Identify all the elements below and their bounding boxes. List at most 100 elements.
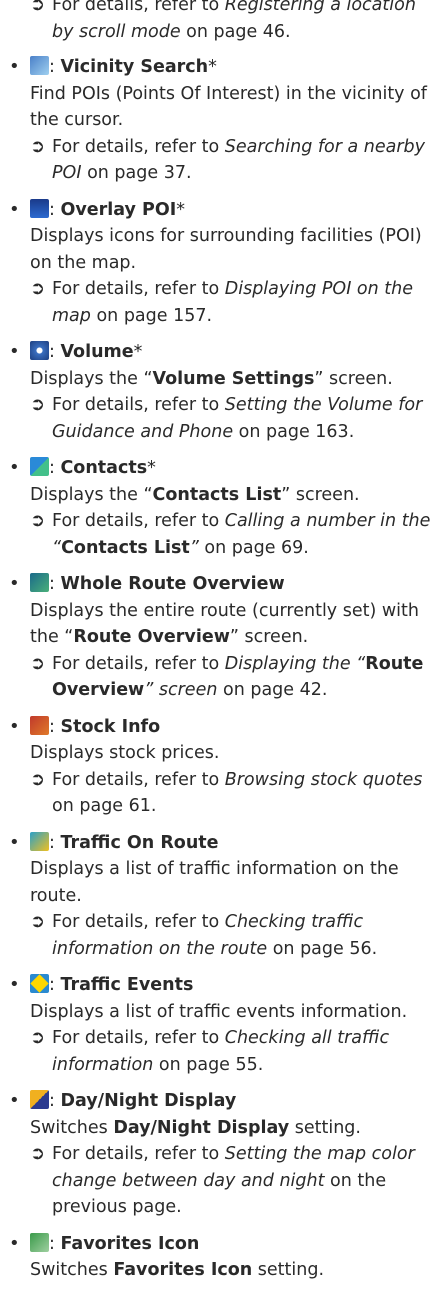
- bullet: •: [9, 56, 20, 77]
- list-item: • : Whole Route Overview Displays the en…: [0, 571, 435, 704]
- ref-suffix: on page 55.: [153, 1054, 264, 1075]
- item-title: Traffic Events: [60, 975, 194, 995]
- ref-prefix: For details, refer to: [52, 0, 225, 15]
- list-item: • : Favorites Icon Switches Favorites Ic…: [0, 1231, 435, 1284]
- ref-link[interactable]: Browsing stock quotes: [225, 770, 423, 790]
- item-title: Favorites Icon: [60, 1233, 200, 1254]
- cross-reference: ➲ For details, refer to Displaying POI o…: [30, 276, 435, 329]
- arrow-icon: ➲: [30, 768, 46, 790]
- asterisk: *: [208, 57, 217, 77]
- item-title: Contacts: [60, 458, 148, 478]
- contacts-icon[interactable]: [30, 457, 49, 476]
- item-title: Stock Info: [60, 716, 161, 737]
- ref-prefix: For details, refer to: [52, 136, 225, 157]
- arrow-icon: ➲: [30, 1027, 46, 1048]
- separator: :: [49, 199, 61, 220]
- asterisk: *: [176, 199, 185, 220]
- bullet: •: [9, 1232, 20, 1254]
- list-item: • : Volume* Displays the “Volume Setting…: [0, 339, 435, 445]
- cross-reference: ➲ For details, refer to Displaying the “…: [30, 651, 435, 704]
- item-description: Displays icons for surrounding facilitie…: [30, 226, 422, 273]
- item-title: Volume: [60, 342, 134, 362]
- separator: :: [49, 1091, 61, 1111]
- ref-suffix: on page 56.: [267, 938, 378, 959]
- item-title: Vicinity Search: [60, 57, 209, 77]
- bullet: •: [9, 198, 20, 220]
- ref-suffix: on page 46.: [180, 21, 291, 42]
- separator: :: [49, 57, 61, 77]
- item-title: Overlay POI: [60, 199, 177, 220]
- ref-prefix: For details, refer to: [52, 769, 225, 790]
- whole-route-overview-icon[interactable]: [30, 573, 49, 592]
- separator: :: [49, 832, 61, 853]
- ref-suffix: on page 61.: [52, 796, 157, 816]
- list-item: • : Traffic On Route Displays a list of …: [0, 830, 435, 963]
- bullet: •: [9, 1090, 20, 1111]
- day-night-display-icon[interactable]: [30, 1090, 49, 1109]
- item-description: Switches Favorites Icon setting.: [30, 1260, 325, 1280]
- traffic-events-icon[interactable]: [30, 974, 49, 993]
- bullet: •: [9, 457, 20, 478]
- vicinity-search-icon[interactable]: [30, 56, 49, 75]
- separator: :: [49, 574, 61, 594]
- list-item: • : Stock Info Displays stock prices. ➲ …: [0, 714, 435, 820]
- list-item: • : Vicinity Search* Find POIs (Points O…: [0, 54, 435, 187]
- bullet: •: [9, 974, 20, 995]
- item-description: Displays the entire route (currently set…: [30, 600, 419, 648]
- ref-suffix: on page 163.: [233, 421, 355, 442]
- cross-reference: ➲ For details, refer to Registering a lo…: [0, 0, 435, 45]
- item-title: Day/Night Display: [60, 1091, 237, 1111]
- arrow-icon: ➲: [30, 510, 46, 531]
- cross-reference: ➲ For details, refer to Searching for a …: [30, 134, 435, 187]
- item-description: Displays a list of traffic information o…: [30, 859, 399, 906]
- list-item: • : Traffic Events Displays a list of tr…: [0, 972, 435, 1078]
- item-description: Displays the “Volume Settings” screen.: [30, 368, 393, 389]
- item-description: Find POIs (Points Of Interest) in the vi…: [30, 83, 427, 131]
- bullet: •: [9, 831, 20, 853]
- item-title: Traffic On Route: [60, 832, 219, 853]
- bullet: •: [9, 341, 20, 362]
- ref-suffix: on page 69.: [198, 537, 309, 558]
- ref-prefix: For details, refer to: [52, 912, 225, 932]
- arrow-icon: ➲: [30, 278, 46, 299]
- ref-prefix: For details, refer to: [52, 279, 225, 299]
- item-description: Displays a list of traffic events inform…: [30, 1001, 408, 1022]
- separator: :: [49, 458, 61, 478]
- bullet: •: [9, 573, 20, 594]
- asterisk: *: [147, 458, 156, 478]
- overlay-poi-icon[interactable]: [30, 198, 49, 218]
- item-description: Displays stock prices.: [30, 743, 220, 763]
- item-description: Switches Day/Night Display setting.: [30, 1117, 361, 1138]
- item-description: Displays the “Contacts List” screen.: [30, 484, 360, 505]
- cross-reference: ➲ For details, refer to Browsing stock q…: [30, 767, 435, 820]
- list-item: • : Contacts* Displays the “Contacts Lis…: [0, 455, 435, 561]
- cross-reference: ➲ For details, refer to Setting the map …: [30, 1141, 435, 1221]
- separator: :: [49, 1233, 61, 1254]
- list-item: • : Day/Night Display Switches Day/Night…: [0, 1088, 435, 1221]
- separator: :: [49, 975, 61, 995]
- traffic-on-route-icon[interactable]: [30, 831, 49, 851]
- stock-info-icon[interactable]: [30, 715, 49, 735]
- item-title: Whole Route Overview: [60, 574, 285, 594]
- cross-reference: ➲ For details, refer to Checking all tra…: [30, 1025, 435, 1078]
- arrow-icon: ➲: [30, 911, 46, 932]
- ref-prefix: For details, refer to: [52, 1144, 225, 1164]
- ref-prefix: For details, refer to: [52, 395, 225, 415]
- arrow-icon: ➲: [30, 1143, 46, 1164]
- manual-page: ➲ For details, refer to Registering a lo…: [0, 0, 435, 1294]
- ref-suffix: on page 157.: [90, 305, 213, 326]
- ref-prefix: For details, refer to: [52, 511, 225, 531]
- arrow-icon: ➲: [30, 135, 46, 157]
- bullet: •: [9, 715, 20, 737]
- ref-prefix: For details, refer to: [52, 653, 225, 674]
- separator: :: [49, 342, 61, 362]
- arrow-icon: ➲: [30, 652, 46, 674]
- separator: :: [49, 716, 61, 737]
- favorites-icon[interactable]: [30, 1232, 49, 1252]
- cross-reference: ➲ For details, refer to Setting the Volu…: [30, 392, 435, 445]
- asterisk: *: [133, 342, 143, 362]
- cross-reference: ➲ For details, refer to Checking traffic…: [30, 909, 435, 962]
- volume-icon[interactable]: [30, 341, 49, 360]
- ref-suffix: on page 37.: [81, 163, 192, 183]
- cross-reference: ➲ For details, refer to Calling a number…: [30, 508, 435, 561]
